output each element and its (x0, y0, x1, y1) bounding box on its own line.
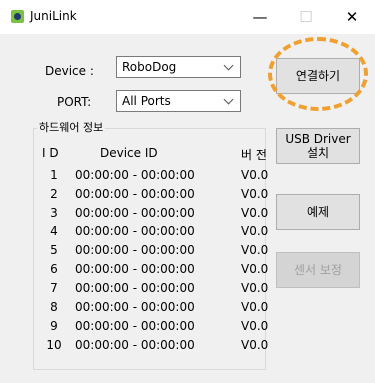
row-id: 7 (50, 281, 58, 295)
row-device-id: 00:00:00 - 00:00:00 (75, 262, 195, 276)
table-row: 1 00:00:00 - 00:00:00 V0.0 (0, 168, 280, 184)
window-title: JuniLink (30, 9, 77, 23)
row-version: V0.0 (241, 187, 269, 201)
row-id: 2 (50, 187, 58, 201)
row-version: V0.0 (241, 338, 269, 352)
row-version: V0.0 (241, 206, 269, 220)
header-version: 버 전 (241, 148, 267, 162)
row-version: V0.0 (241, 243, 269, 257)
row-version: V0.0 (241, 319, 269, 333)
row-device-id: 00:00:00 - 00:00:00 (75, 300, 195, 314)
row-id: 6 (50, 262, 58, 276)
usb-driver-label-line2: 설치 (306, 146, 330, 160)
row-device-id: 00:00:00 - 00:00:00 (75, 168, 195, 182)
sensor-calibration-button[interactable]: 센서 보정 (276, 252, 360, 288)
row-version: V0.0 (241, 281, 269, 295)
row-device-id: 00:00:00 - 00:00:00 (75, 319, 195, 333)
row-device-id: 00:00:00 - 00:00:00 (75, 206, 195, 220)
port-label: PORT: (57, 95, 92, 109)
row-id: 3 (50, 206, 58, 220)
hardware-info-title: 하드웨어 정보 (37, 119, 106, 135)
header-id: I D (42, 146, 59, 160)
usb-driver-install-button[interactable]: USB Driver 설치 (276, 128, 360, 164)
table-row: 7 00:00:00 - 00:00:00 V0.0 (0, 281, 280, 297)
table-row: 9 00:00:00 - 00:00:00 V0.0 (0, 319, 280, 335)
maximize-button[interactable]: ☐ (283, 0, 329, 34)
row-version: V0.0 (241, 168, 269, 182)
row-device-id: 00:00:00 - 00:00:00 (75, 243, 195, 257)
chevron-down-icon (223, 60, 234, 71)
row-version: V0.0 (241, 300, 269, 314)
table-row: 2 00:00:00 - 00:00:00 V0.0 (0, 187, 280, 203)
example-button[interactable]: 예제 (276, 194, 360, 230)
app-logo-icon (11, 10, 24, 23)
row-id: 10 (46, 338, 62, 352)
row-id: 8 (50, 300, 58, 314)
port-select[interactable]: All Ports (116, 90, 241, 112)
table-row: 3 00:00:00 - 00:00:00 V0.0 (0, 206, 280, 222)
table-row: 10 00:00:00 - 00:00:00 V0.0 (0, 338, 280, 354)
highlight-ring (268, 37, 368, 111)
device-select-value: RoboDog (122, 60, 177, 74)
table-row: 8 00:00:00 - 00:00:00 V0.0 (0, 300, 280, 316)
row-id: 1 (50, 168, 58, 182)
row-device-id: 00:00:00 - 00:00:00 (75, 281, 195, 295)
port-select-value: All Ports (122, 94, 171, 108)
chevron-down-icon (223, 94, 234, 105)
header-device-id: Device ID (100, 146, 158, 160)
device-label: Device : (45, 64, 94, 78)
row-device-id: 00:00:00 - 00:00:00 (75, 187, 195, 201)
row-device-id: 00:00:00 - 00:00:00 (75, 224, 195, 238)
close-button[interactable]: ✕ (329, 0, 375, 34)
row-id: 9 (50, 319, 58, 333)
row-id: 4 (50, 224, 58, 238)
usb-driver-label-line1: USB Driver (285, 132, 351, 146)
table-row: 4 00:00:00 - 00:00:00 V0.0 (0, 224, 280, 240)
row-id: 5 (50, 243, 58, 257)
title-bar: JuniLink — ☐ ✕ (0, 0, 375, 34)
minimize-button[interactable]: — (237, 0, 283, 34)
device-select[interactable]: RoboDog (116, 56, 241, 78)
row-version: V0.0 (241, 224, 269, 238)
row-version: V0.0 (241, 262, 269, 276)
table-row: 5 00:00:00 - 00:00:00 V0.0 (0, 243, 280, 259)
row-device-id: 00:00:00 - 00:00:00 (75, 338, 195, 352)
table-row: 6 00:00:00 - 00:00:00 V0.0 (0, 262, 280, 278)
